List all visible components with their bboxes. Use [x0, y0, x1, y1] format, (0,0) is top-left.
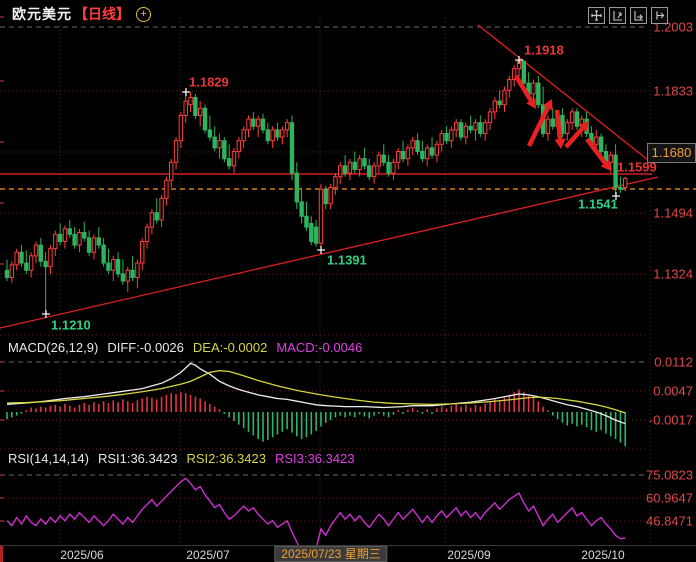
macd-dea-value: DEA:-0.0002: [192, 340, 268, 355]
scale-vertical-icon[interactable]: [609, 7, 626, 24]
macd-indicator-row: MACD(26,12,9) DIFF:-0.0026 DEA:-0.0002 MACD…: [8, 340, 371, 355]
price-annotation: 1.1918: [524, 42, 564, 58]
chart-canvas[interactable]: [0, 0, 696, 562]
pan-right-icon[interactable]: [651, 7, 668, 24]
y-axis-label: 1.1324: [653, 266, 693, 282]
rsi-axis-label: 60.9647: [646, 490, 693, 506]
price-annotation: 1.1829: [189, 74, 229, 90]
x-axis-label: 2025/10: [581, 548, 625, 562]
chart-toolbar: [588, 7, 668, 24]
axis-corner-mark: [0, 546, 3, 562]
macd-macd-value: MACD:-0.0046: [276, 340, 363, 355]
price-annotation: 1.1541: [578, 196, 618, 212]
rsi-param-label: RSI(14,14,14): [8, 451, 89, 466]
rsi2-value: RSI2:36.3423: [186, 451, 266, 466]
rsi3-value: RSI3:36.3423: [274, 451, 355, 466]
macd-diff-value: DIFF:-0.0026: [107, 340, 184, 355]
symbol-title: 欧元美元: [12, 6, 72, 22]
macd-axis-label: 0.0047: [653, 383, 693, 399]
period-label: 【日线】: [74, 6, 130, 22]
rsi1-value: RSI1:36.3423: [97, 451, 178, 466]
crosshair-move-icon[interactable]: [588, 7, 605, 24]
price-annotation: 1.1391: [327, 252, 367, 268]
x-axis-label: 2025/07: [186, 548, 230, 562]
macd-axis-label: 0.0112: [654, 354, 693, 370]
chart-window: 欧元美元 【日线】 + MACD(26,12,9) DIFF:-0.0026 DEA…: [0, 0, 696, 562]
y-axis-label: 1.1494: [653, 205, 693, 221]
title-bar: 欧元美元 【日线】 +: [12, 5, 151, 23]
x-axis-label: 2025/09: [447, 548, 491, 562]
y-axis-label: 1.1833: [653, 83, 693, 99]
x-axis-label: 2025/06: [60, 548, 104, 562]
rsi-axis-label: 46.8471: [646, 513, 693, 529]
macd-param-label: MACD(26,12,9): [8, 340, 99, 355]
price-annotation: 1.1210: [51, 317, 91, 333]
rsi-indicator-row: RSI(14,14,14) RSI1:36.3423 RSI2:36.3423 RSI…: [8, 451, 363, 466]
macd-axis-label: -0.0017: [648, 412, 693, 428]
selected-date-badge: 2025/07/23 星期三: [274, 546, 388, 562]
rsi-axis-label: 75.0823: [646, 467, 693, 483]
add-indicator-icon[interactable]: +: [136, 6, 151, 22]
current-price-badge: 1.1680: [647, 143, 696, 163]
scale-horizontal-icon[interactable]: [630, 7, 647, 24]
